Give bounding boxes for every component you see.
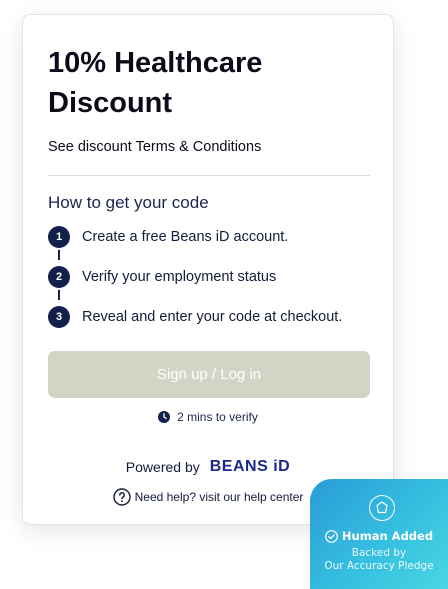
help-text: Need help? visit our help center: [134, 490, 304, 504]
step-3: 3 Reveal and enter your code at checkout…: [48, 305, 342, 329]
shield-icon: [369, 495, 395, 521]
verify-time-text: 2 mins to verify: [177, 410, 258, 424]
discount-card: 10% Healthcare Discount See discount Ter…: [22, 14, 394, 525]
question-circle-icon: [112, 488, 131, 506]
step-connector: [58, 250, 60, 260]
step-connector: [58, 290, 60, 300]
page-title: 10% Healthcare Discount: [48, 47, 263, 119]
step-text: Reveal and enter your code at checkout.: [82, 309, 343, 325]
signup-login-button[interactable]: Sign up / Log in: [48, 351, 370, 398]
divider: [48, 175, 370, 176]
step-2: 2 Verify your employment status: [48, 265, 276, 289]
step-number: 3: [48, 306, 70, 328]
clock-icon: [158, 411, 171, 423]
step-1: 1 Create a free Beans iD account.: [48, 225, 288, 249]
step-number: 1: [48, 226, 70, 248]
terms-link[interactable]: See discount Terms & Conditions: [48, 139, 261, 155]
badge-line-2: Our Accuracy Pledge: [324, 560, 434, 572]
accuracy-pledge-badge[interactable]: Human Added Backed by Our Accuracy Pledg…: [310, 479, 448, 589]
step-number: 2: [48, 266, 70, 288]
step-text: Create a free Beans iD account.: [82, 229, 289, 245]
powered-by-label: Powered by: [125, 459, 200, 475]
badge-title: Human Added: [310, 529, 448, 543]
badge-title-text: Human Added: [341, 529, 434, 543]
step-text: Verify your employment status: [82, 269, 277, 285]
check-circle-icon: [325, 529, 338, 543]
badge-line-1: Backed by: [351, 547, 407, 559]
badge-subtitle: Backed by Our Accuracy Pledge: [310, 547, 448, 573]
verify-time: 2 mins to verify: [23, 410, 393, 424]
beans-id-logo: BEANS iD: [209, 458, 291, 475]
powered-by: Powered by BEANS iD: [23, 458, 393, 476]
how-to-heading: How to get your code: [48, 193, 209, 212]
